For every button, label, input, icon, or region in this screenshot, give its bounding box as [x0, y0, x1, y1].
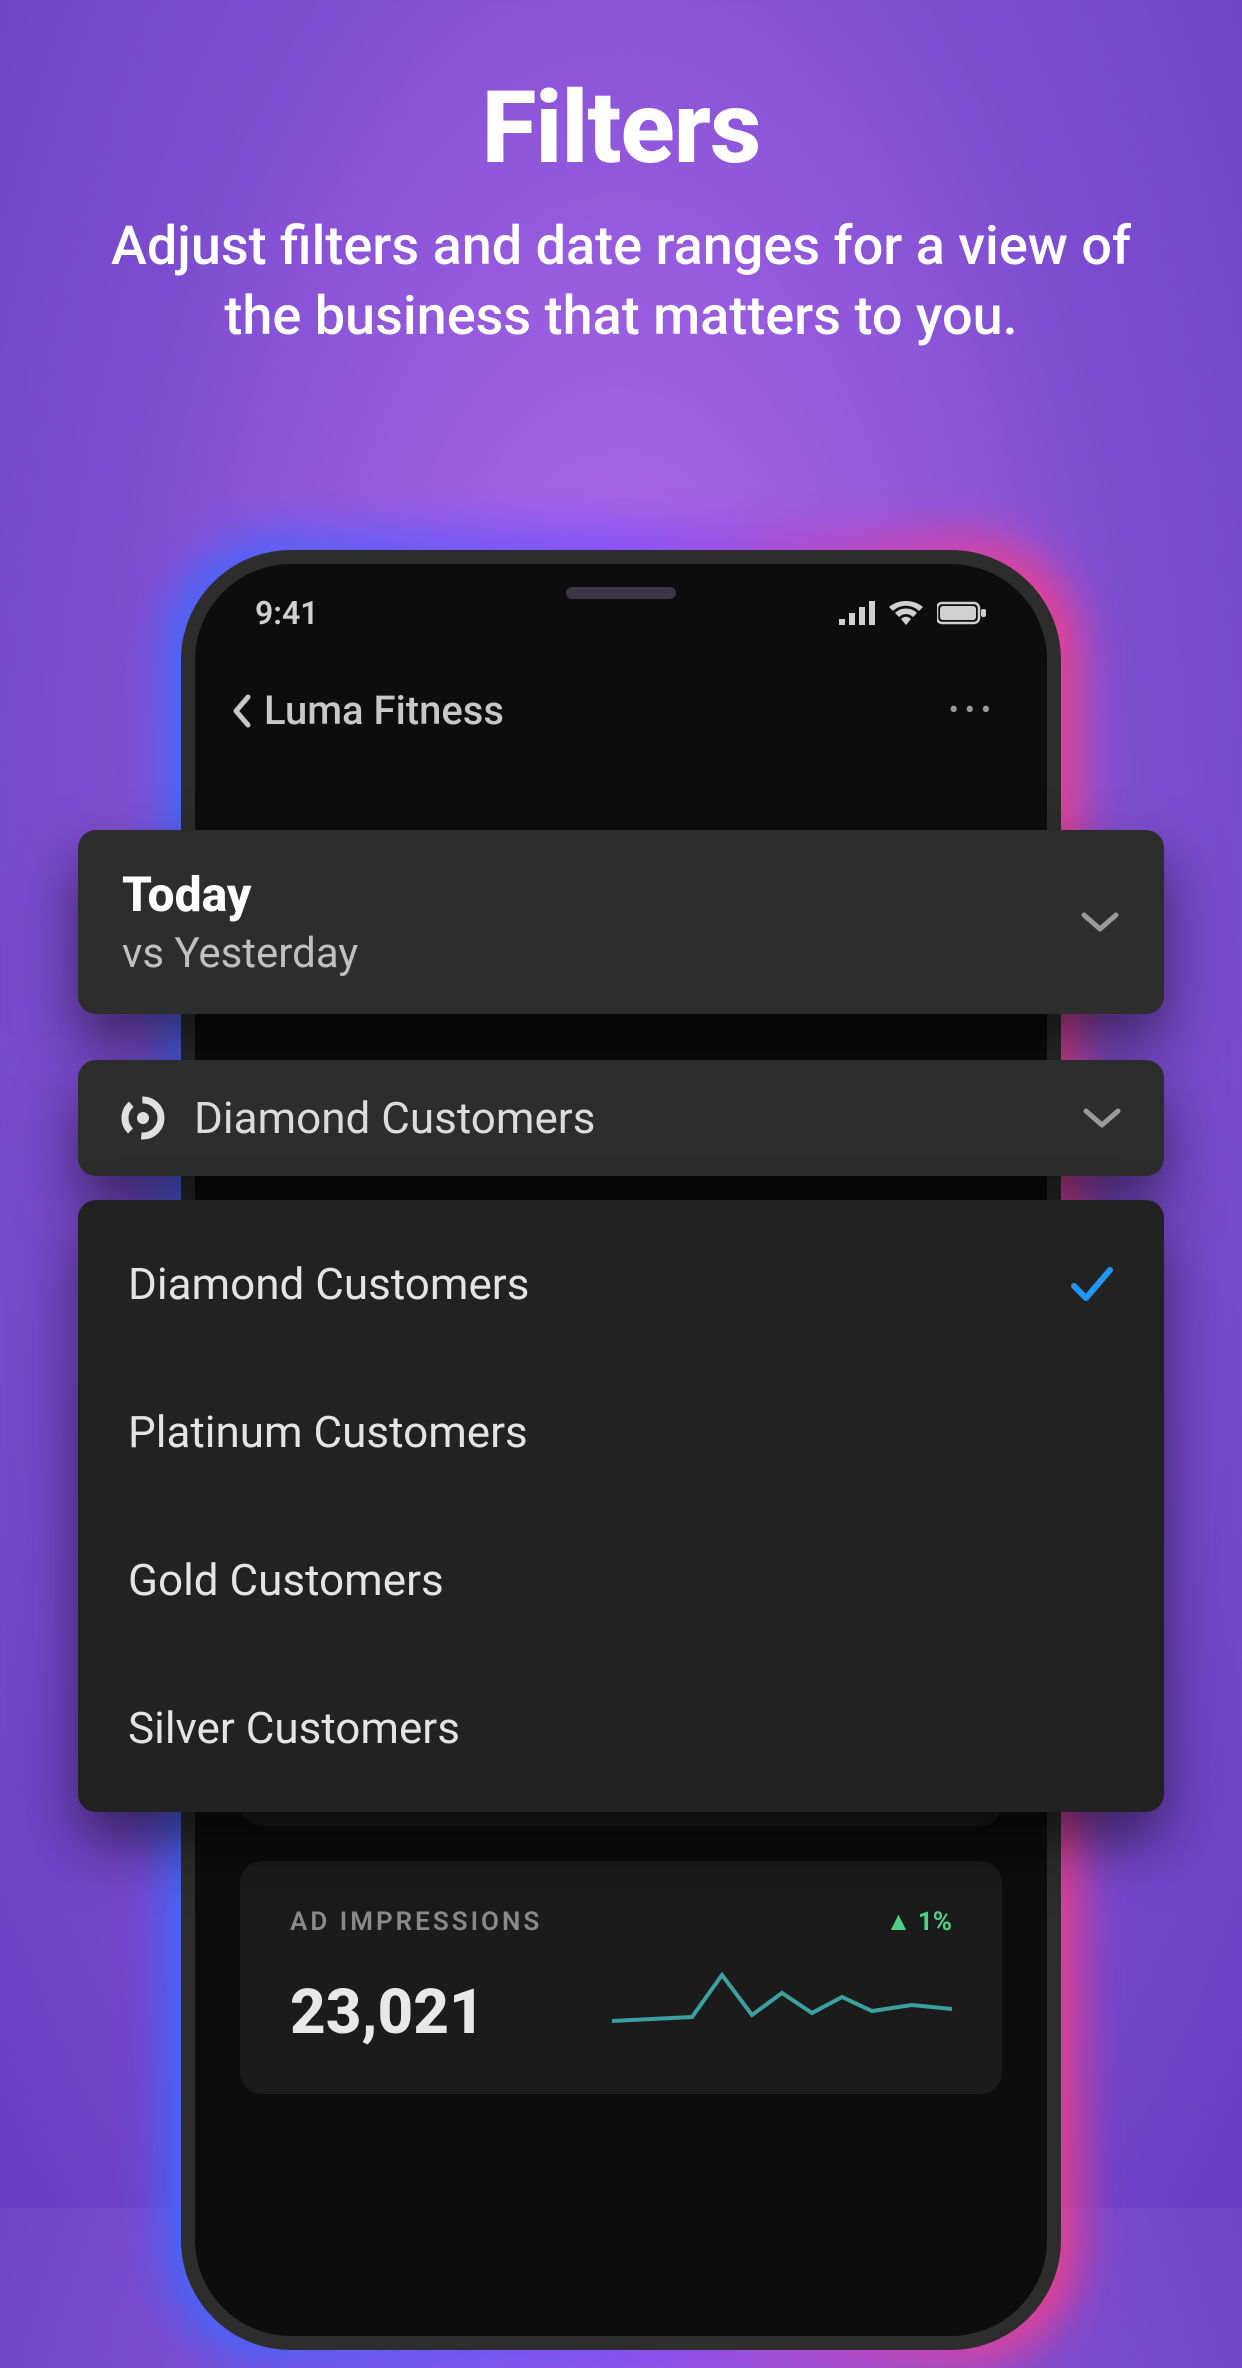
wifi-icon [889, 601, 923, 625]
chevron-down-icon [1080, 909, 1120, 935]
phone-notch [451, 564, 791, 622]
status-icons [839, 601, 987, 625]
sparkline-icon [612, 1963, 952, 2033]
date-range-dropdown[interactable]: Today vs Yesterday [78, 830, 1164, 1014]
status-time: 9:41 [255, 594, 319, 632]
metric-change: ▲ 1% [886, 1906, 952, 1937]
back-button[interactable]: Luma Fitness [230, 687, 504, 734]
cellular-icon [839, 601, 875, 625]
segment-option-label: Silver Customers [128, 1702, 460, 1754]
segment-option[interactable]: Gold Customers [78, 1506, 1164, 1654]
segment-option-label: Platinum Customers [128, 1406, 528, 1458]
chevron-left-icon [230, 693, 252, 729]
segment-icon [120, 1095, 166, 1141]
metric-value: 23,021 [290, 1976, 485, 2049]
battery-icon [937, 601, 987, 625]
back-label: Luma Fitness [264, 687, 504, 734]
date-range-label: Today [122, 866, 358, 923]
check-icon [1070, 1266, 1114, 1302]
segment-option-label: Gold Customers [128, 1554, 444, 1606]
segment-option[interactable]: Diamond Customers [78, 1210, 1164, 1358]
segment-dropdown[interactable]: Diamond Customers [78, 1060, 1164, 1176]
metric-card-impressions[interactable]: AD IMPRESSIONS ▲ 1% 23,021 [240, 1861, 1002, 2094]
segment-option[interactable]: Silver Customers [78, 1654, 1164, 1802]
segment-selected-label: Diamond Customers [194, 1092, 1054, 1144]
more-icon[interactable]: ••• [949, 693, 997, 728]
app-header: Luma Fitness ••• [195, 632, 1047, 764]
hero-subtitle: Adjust filters and date ranges for a vie… [0, 212, 1242, 352]
phone-speaker [566, 587, 676, 599]
hero-text: Filters Adjust filters and date ranges f… [0, 0, 1242, 352]
segment-option[interactable]: Platinum Customers [78, 1358, 1164, 1506]
segment-option-label: Diamond Customers [128, 1258, 529, 1310]
chevron-down-icon [1082, 1105, 1122, 1131]
hero-title: Filters [0, 70, 1242, 187]
date-compare-label: vs Yesterday [122, 929, 358, 978]
segment-options-list: Diamond Customers Platinum Customers Gol… [78, 1200, 1164, 1812]
metric-label: AD IMPRESSIONS [290, 1907, 542, 1937]
